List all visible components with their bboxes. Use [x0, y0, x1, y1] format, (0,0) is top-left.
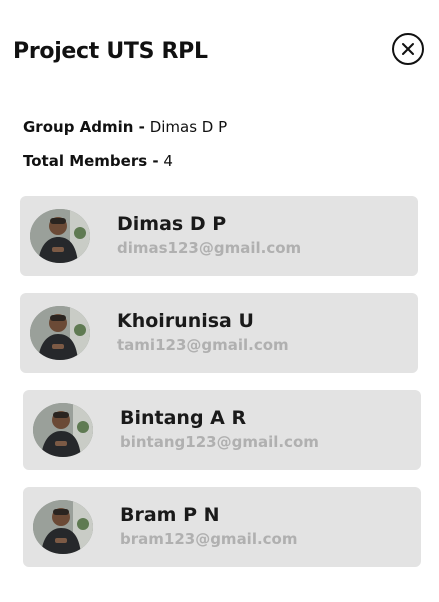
- avatar: [30, 209, 90, 263]
- member-card[interactable]: Khoirunisa U tami123@gmail.com: [20, 293, 418, 373]
- member-card[interactable]: Bram P N bram123@gmail.com: [23, 487, 421, 567]
- member-name: Dimas D P: [117, 213, 227, 235]
- member-email: tami123@gmail.com: [117, 336, 289, 354]
- close-icon: [402, 43, 414, 55]
- total-members-label: Total Members -: [23, 152, 159, 170]
- member-name: Bram P N: [120, 504, 220, 526]
- member-card[interactable]: Bintang A R bintang123@gmail.com: [23, 390, 421, 470]
- group-admin-label: Group Admin -: [23, 118, 145, 136]
- total-members-line: Total Members - 4: [23, 151, 173, 171]
- member-email: dimas123@gmail.com: [117, 239, 302, 257]
- avatar: [30, 306, 90, 360]
- member-name: Bintang A R: [120, 407, 247, 429]
- avatar: [33, 403, 93, 457]
- member-card[interactable]: Dimas D P dimas123@gmail.com: [20, 196, 418, 276]
- page-title: Project UTS RPL: [13, 39, 208, 64]
- member-email: bram123@gmail.com: [120, 530, 298, 548]
- member-name: Khoirunisa U: [117, 310, 254, 332]
- group-admin-line: Group Admin - Dimas D P: [23, 117, 227, 137]
- group-admin-value: Dimas D P: [149, 118, 228, 136]
- total-members-value: 4: [163, 152, 173, 170]
- member-email: bintang123@gmail.com: [120, 433, 319, 451]
- avatar: [33, 500, 93, 554]
- close-button[interactable]: [392, 33, 424, 65]
